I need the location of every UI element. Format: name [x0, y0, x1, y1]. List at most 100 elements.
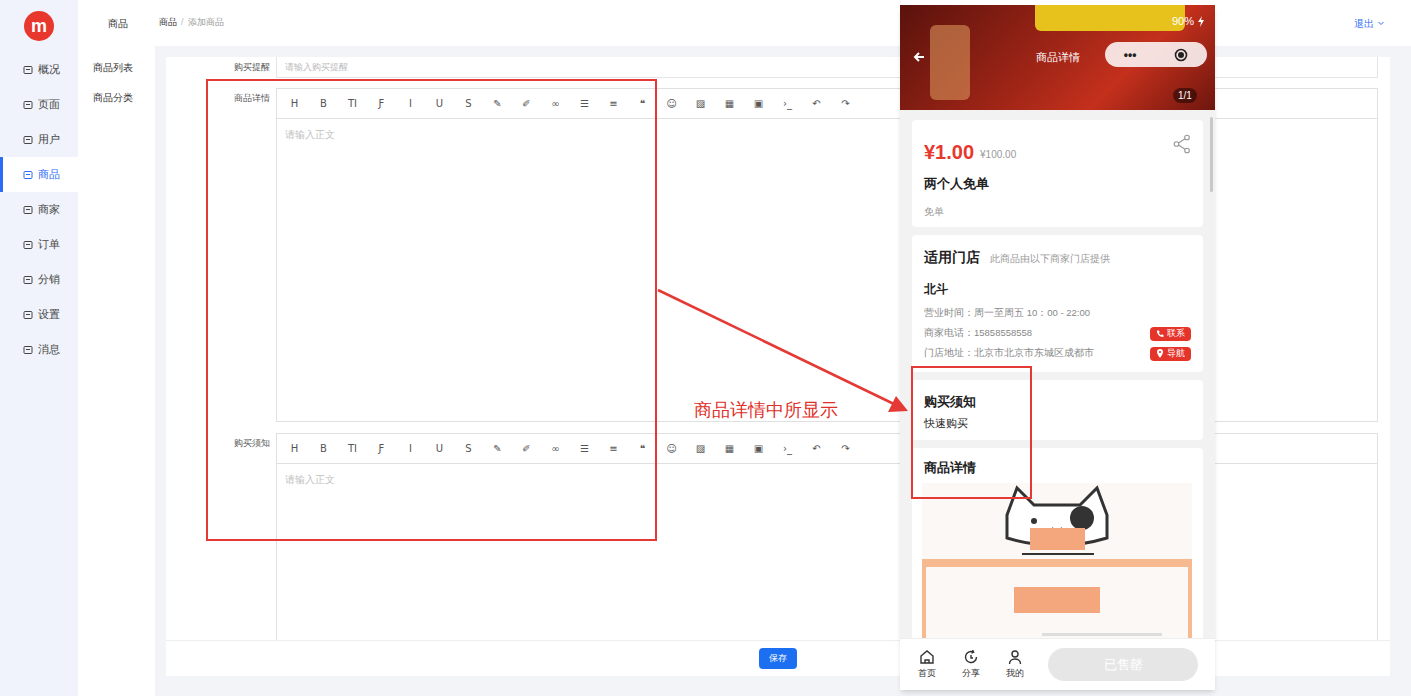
toolbar-button[interactable]: ↶	[802, 441, 831, 456]
toolbar-button[interactable]: ›_	[773, 96, 802, 111]
toolbar-button[interactable]: ▨	[686, 96, 715, 111]
toolbar-button[interactable]: ›_	[773, 441, 802, 456]
home-icon	[919, 649, 935, 665]
breadcrumb-item[interactable]: 商品	[159, 16, 177, 30]
toolbar-button[interactable]: ❝	[628, 441, 657, 456]
nav-icon	[23, 170, 33, 180]
toolbar-button[interactable]: ↷	[831, 441, 860, 456]
toolbar-button[interactable]: H	[280, 441, 309, 456]
toolbar-button[interactable]: ✐	[512, 96, 541, 111]
toolbar-button[interactable]: U	[425, 441, 454, 456]
toolbar-button[interactable]: ∞	[541, 96, 570, 111]
toolbar-button[interactable]: Ƒ	[367, 441, 396, 456]
toolbar-button[interactable]: ≡	[599, 441, 628, 456]
toolbar-button[interactable]: B	[309, 96, 338, 111]
toolbar-button[interactable]: ✎	[483, 441, 512, 456]
subnav-item[interactable]: 商品分类	[78, 82, 155, 112]
detail-image	[922, 483, 1193, 638]
toolbar-button[interactable]: ☺	[657, 96, 686, 111]
store-name: 北斗	[924, 280, 1191, 298]
tab-item[interactable]: 分享	[949, 649, 993, 681]
tab-label: 首页	[918, 667, 936, 681]
subnav-item[interactable]: 商品列表	[78, 52, 155, 82]
sidebar-label: 消息	[38, 342, 60, 358]
toolbar-button[interactable]: B	[309, 441, 338, 456]
toolbar-button[interactable]: S	[454, 96, 483, 111]
logout-button[interactable]: 退出	[1354, 16, 1385, 31]
tab-item[interactable]: 首页	[905, 649, 949, 681]
original-price: ¥100.00	[980, 147, 1016, 162]
sidebar-item[interactable]: 页面	[0, 87, 78, 122]
battery-level: 90%	[1172, 13, 1194, 30]
store-info-text: 营业时间：周一至周五 10：00 - 22:00	[924, 306, 1090, 320]
store-info-row: 门店地址：北京市北京市东城区成都市导航	[924, 344, 1191, 364]
toolbar-button[interactable]: TI	[338, 441, 367, 456]
toolbar-button[interactable]: I	[396, 441, 425, 456]
store-header: 适用门店此商品由以下商家门店提供	[924, 247, 1191, 268]
field-label: 购买须知	[166, 433, 276, 640]
toolbar-button[interactable]: ☺	[657, 441, 686, 456]
share-icon	[963, 649, 979, 665]
toolbar-button[interactable]: U	[425, 96, 454, 111]
toolbar-button[interactable]: ☰	[570, 96, 599, 111]
close-icon[interactable]	[1174, 48, 1188, 62]
sidebar-item[interactable]: 分销	[0, 262, 78, 297]
toolbar-button[interactable]: ✐	[512, 441, 541, 456]
mini-capsule[interactable]: •••	[1105, 42, 1207, 67]
navigate-button[interactable]: 导航	[1150, 347, 1191, 361]
sidebar-label: 订单	[38, 237, 60, 253]
toolbar-button[interactable]: ▣	[744, 96, 773, 111]
sidebar-label: 用户	[38, 132, 60, 148]
toolbar-button[interactable]: ∞	[541, 441, 570, 456]
store-button-label: 联系	[1167, 329, 1185, 338]
toolbar-button[interactable]: ▨	[686, 441, 715, 456]
sidebar-item[interactable]: 商家	[0, 192, 78, 227]
toolbar-button[interactable]: TI	[338, 96, 367, 111]
toolbar-button[interactable]: H	[280, 96, 309, 111]
toolbar-button[interactable]: ☰	[570, 441, 599, 456]
buy-button: 已售罄	[1048, 648, 1198, 681]
detail-heading: 商品详情	[922, 458, 1193, 478]
more-button[interactable]: •••	[1124, 49, 1137, 61]
annotation-caption: 商品详情中所显示	[694, 397, 838, 424]
breadcrumb-item: 添加商品	[188, 16, 224, 30]
store-card: 适用门店此商品由以下商家门店提供北斗营业时间：周一至周五 10：00 - 22:…	[912, 235, 1203, 372]
toolbar-button[interactable]: ✎	[483, 96, 512, 111]
toolbar-button[interactable]: ↶	[802, 96, 831, 111]
share-icon[interactable]	[1173, 134, 1191, 154]
product-name: 两个人免单	[924, 174, 1191, 194]
sidebar-item[interactable]: 商品	[0, 157, 78, 192]
subnav-label: 商品列表	[93, 60, 133, 75]
sidebar-label: 设置	[38, 307, 60, 323]
scrollbar-thumb[interactable]	[1210, 117, 1213, 192]
phone-preview: 90%商品详情•••1/1¥1.00¥100.00两个人免单免单适用门店此商品由…	[900, 5, 1215, 690]
toolbar-button[interactable]: ▣	[744, 441, 773, 456]
toolbar-button[interactable]: ▦	[715, 441, 744, 456]
notice-text: 快速购买	[924, 415, 1191, 432]
toolbar-button[interactable]: S	[454, 441, 483, 456]
chevron-down-icon	[1377, 19, 1385, 27]
toolbar-button[interactable]: Ƒ	[367, 96, 396, 111]
toolbar-button[interactable]: ▦	[715, 96, 744, 111]
toolbar-button[interactable]: I	[396, 96, 425, 111]
sidebar: m 概况页面用户商品商家订单分销设置消息	[0, 0, 78, 696]
sidebar-item[interactable]: 消息	[0, 332, 78, 367]
sidebar-item[interactable]: 设置	[0, 297, 78, 332]
product-subtitle: 免单	[924, 204, 1191, 219]
sidebar-item[interactable]: 用户	[0, 122, 78, 157]
back-icon[interactable]	[912, 50, 926, 64]
toolbar-button[interactable]: ≡	[599, 96, 628, 111]
store-info: 营业时间：周一至周五 10：00 - 22:00商家电话：15858558558…	[924, 304, 1191, 364]
call-button[interactable]: 联系	[1150, 327, 1191, 341]
logo[interactable]: m	[24, 11, 54, 41]
sidebar-item[interactable]: 订单	[0, 227, 78, 262]
price-group: ¥1.00¥100.00	[924, 142, 1016, 162]
logout-label: 退出	[1354, 16, 1374, 31]
nav-icon	[23, 100, 33, 110]
save-button[interactable]: 保存	[759, 648, 797, 670]
tab-item[interactable]: 我的	[993, 649, 1037, 681]
sidebar-label: 商品	[38, 167, 60, 183]
sidebar-item[interactable]: 概况	[0, 52, 78, 87]
toolbar-button[interactable]: ❝	[628, 96, 657, 111]
toolbar-button[interactable]: ↷	[831, 96, 860, 111]
